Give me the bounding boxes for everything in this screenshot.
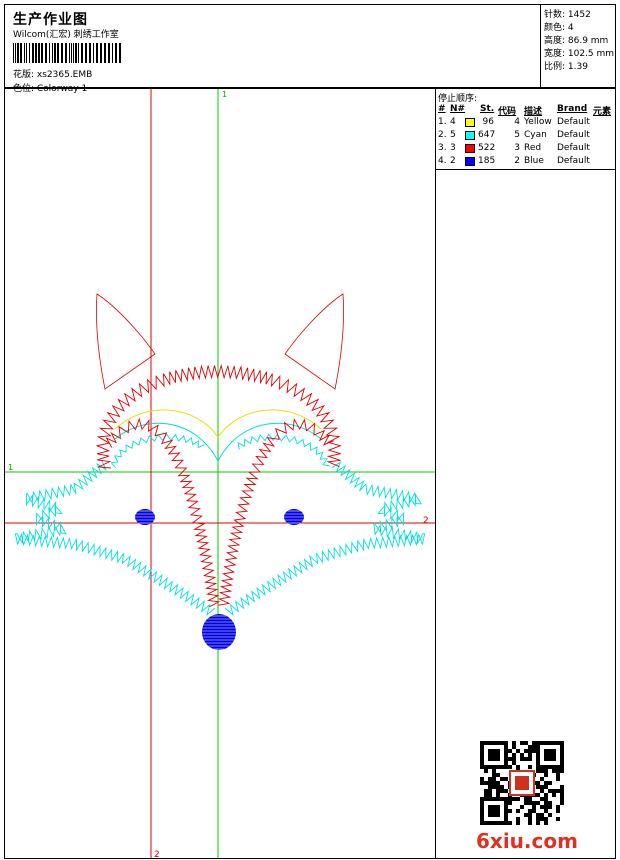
color-count: 颜色: 4 <box>544 23 574 33</box>
company-name: Wilcom(汇宏) 刺绣工作室 <box>13 30 119 40</box>
barcode-icon <box>13 43 121 63</box>
design-width: 宽度: 102.5 mm <box>544 49 615 59</box>
color-swatch <box>465 157 475 166</box>
guide-label-green-top: 1 <box>222 90 227 99</box>
row-code: 4 <box>514 117 520 127</box>
row-stitches: 185 <box>478 156 496 166</box>
left-ear-outline <box>96 293 156 390</box>
right-ear-outline <box>284 293 344 390</box>
row-index: 3. <box>438 143 447 153</box>
row-brand: Default <box>557 117 590 127</box>
col-header-st: St. <box>480 104 495 114</box>
scale-ratio: 比例: 1.39 <box>544 62 588 72</box>
row-description: Yellow <box>524 117 552 127</box>
color-swatch <box>465 131 475 140</box>
design-height: 高度: 86.9 mm <box>544 36 609 46</box>
fox-embroidery-drawing: 1 1 2 2 <box>5 89 435 859</box>
watermark-logo: 6xiu.com <box>476 829 578 853</box>
color-swatch <box>465 118 475 127</box>
row-index: 2. <box>438 130 447 140</box>
row-stitches: 96 <box>482 117 494 127</box>
row-brand: Default <box>557 156 590 166</box>
row-code: 5 <box>514 130 520 140</box>
stitch-count: 针数: 1452 <box>544 10 591 20</box>
design-filename: 花版: xs2365.EMB <box>13 70 93 80</box>
sheet-title: 生产作业图 <box>13 12 88 28</box>
nose <box>202 614 236 650</box>
guide-label-red-right: 2 <box>423 516 429 526</box>
col-header-element: 元素 <box>593 107 612 117</box>
row-stitches: 522 <box>478 143 496 153</box>
row-description: Cyan <box>524 130 547 140</box>
cyan-cheek-fur <box>14 433 426 617</box>
design-stats-panel: 针数: 1452 颜色: 4 高度: 86.9 mm 宽度: 102.5 mm … <box>540 4 617 88</box>
guide-label-green-left: 1 <box>8 463 13 472</box>
side-panel: 停止顺序: # N# St. 代码 描述 Brand 元素 1. 4 96 4 Yell… <box>435 88 616 859</box>
header-panel: 生产作业图 Wilcom(汇宏) 刺绣工作室 花版: xs2365.EMB 色位… <box>4 4 616 94</box>
stop-sequence-table: 停止顺序: # N# St. 代码 描述 Brand 元素 1. 4 96 4 Yell… <box>436 89 615 170</box>
col-header-code: 代码 <box>498 107 517 117</box>
col-header-desc: 描述 <box>524 107 543 117</box>
qr-code-icon[interactable] <box>480 741 564 825</box>
row-code: 3 <box>514 143 520 153</box>
col-header-num: # <box>438 104 446 114</box>
row-index: 1. <box>438 117 447 127</box>
row-brand: Default <box>557 143 590 153</box>
row-brand: Default <box>557 130 590 140</box>
row-needle: 5 <box>450 130 456 140</box>
row-needle: 4 <box>450 117 456 127</box>
row-needle: 3 <box>450 143 456 153</box>
row-needle: 2 <box>450 156 456 166</box>
color-swatch <box>465 144 475 153</box>
row-code: 2 <box>514 156 520 166</box>
col-header-n: N# <box>450 104 466 114</box>
col-header-brand: Brand <box>557 104 588 114</box>
red-head-satin <box>95 363 342 608</box>
guide-label-red-bottom: 2 <box>154 850 160 859</box>
row-stitches: 647 <box>478 130 496 140</box>
row-index: 4. <box>438 156 447 166</box>
row-description: Red <box>524 143 542 153</box>
stop-sequence-title: 停止顺序: <box>438 94 478 104</box>
row-description: Blue <box>524 156 544 166</box>
embroidery-canvas: 1 1 2 2 <box>4 88 436 859</box>
